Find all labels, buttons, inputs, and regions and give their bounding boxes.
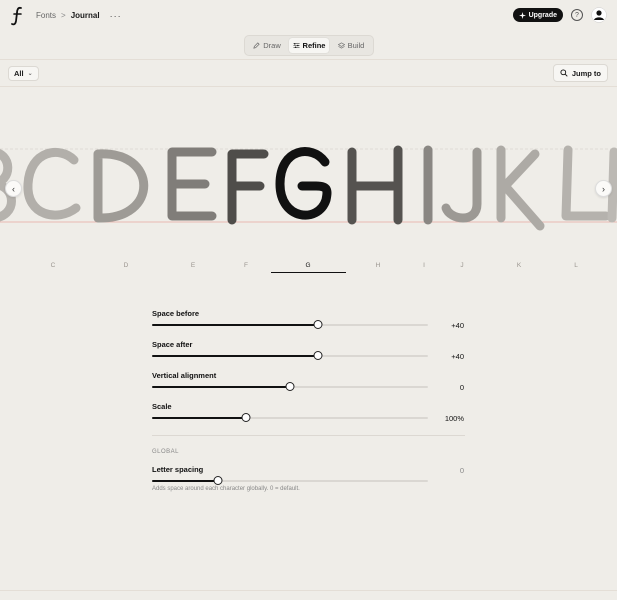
upgrade-button[interactable]: Upgrade	[512, 8, 563, 22]
glyph-index: C D E F G H I J K L	[0, 258, 617, 276]
tab-refine[interactable]: Refine	[289, 38, 329, 53]
chevron-left-icon: ‹	[12, 183, 15, 194]
glyph-index-item[interactable]: H	[376, 262, 381, 269]
slider-thumb[interactable]	[213, 476, 223, 485]
layers-icon	[337, 42, 345, 49]
slider-thumb[interactable]	[285, 382, 295, 391]
previous-glyph-button[interactable]: ‹	[5, 180, 22, 197]
global-section-title: GLOBAL	[152, 449, 180, 455]
glyph-index-item-selected[interactable]: G	[305, 262, 310, 269]
space-before-control: Space before +40	[152, 309, 465, 330]
slider-thumb[interactable]	[241, 413, 251, 422]
header-divider	[0, 59, 617, 60]
tab-draw[interactable]: Draw	[247, 38, 287, 53]
glyph-index-item[interactable]: F	[244, 262, 248, 269]
slider-fill	[152, 386, 290, 388]
vertical-alignment-control: Vertical alignment 0	[152, 371, 465, 392]
slider-fill	[152, 324, 318, 326]
user-avatar-icon[interactable]	[591, 7, 607, 23]
scale-value: 100%	[444, 414, 464, 423]
glyph-index-item[interactable]: D	[124, 262, 129, 269]
top-bar: Fonts > Journal ··· Upgrade ?	[0, 0, 617, 31]
search-icon	[560, 69, 568, 77]
sparkle-icon	[518, 11, 526, 19]
pencil-icon	[253, 42, 260, 49]
filter-selected-label: All	[14, 69, 24, 78]
space-before-label: Space before	[152, 309, 200, 318]
breadcrumb-fonts[interactable]: Fonts	[36, 11, 56, 20]
fontself-logo-icon[interactable]	[10, 5, 26, 27]
tab-build[interactable]: Build	[331, 38, 371, 53]
more-options-button[interactable]: ···	[110, 11, 122, 21]
toolbar-divider	[0, 86, 617, 87]
space-after-label: Space after	[152, 340, 193, 349]
glyph-e	[167, 147, 217, 221]
glyph-preview-strip[interactable]	[0, 140, 617, 235]
selected-glyph-indicator	[271, 272, 346, 273]
vertical-alignment-value: 0	[459, 383, 464, 392]
space-before-value: +40	[451, 321, 464, 330]
slider-thumb[interactable]	[313, 351, 323, 360]
mode-switch: Draw Refine Build	[244, 35, 374, 56]
space-after-value: +40	[451, 352, 464, 361]
section-divider	[152, 435, 465, 436]
next-glyph-button[interactable]: ›	[595, 180, 612, 197]
space-after-slider[interactable]	[152, 351, 428, 360]
slider-fill	[152, 355, 318, 357]
breadcrumb: Fonts > Journal	[36, 11, 100, 20]
letter-spacing-label: Letter spacing	[152, 465, 204, 474]
letter-spacing-value: 0	[459, 466, 464, 475]
chevron-right-icon: >	[61, 11, 66, 20]
scale-slider[interactable]	[152, 413, 428, 422]
breadcrumb-current: Journal	[70, 11, 100, 20]
vertical-alignment-slider[interactable]	[152, 382, 428, 391]
tab-refine-label: Refine	[302, 41, 326, 50]
tab-draw-label: Draw	[263, 41, 281, 50]
slider-fill	[152, 480, 219, 482]
glyph-g	[275, 147, 332, 220]
glyph-filter-select[interactable]: All ⌄	[8, 66, 39, 81]
glyph-d	[93, 149, 149, 223]
glyph-index-item[interactable]: K	[517, 262, 521, 269]
glyph-index-item[interactable]: C	[51, 262, 56, 269]
letter-spacing-hint: Adds space around each character globall…	[152, 486, 300, 492]
glyph-c	[23, 148, 81, 220]
glyph-j	[441, 147, 482, 223]
slider-fill	[152, 417, 246, 419]
glyph-m	[607, 147, 617, 223]
letter-spacing-slider[interactable]	[152, 476, 428, 485]
upgrade-label: Upgrade	[528, 11, 557, 19]
sliders-icon	[292, 42, 300, 49]
help-icon[interactable]: ?	[571, 9, 583, 21]
scale-label: Scale	[152, 402, 172, 411]
vertical-alignment-label: Vertical alignment	[152, 371, 217, 380]
jump-to-button[interactable]: Jump to	[552, 64, 608, 82]
glyph-h	[347, 145, 403, 225]
jump-to-label: Jump to	[571, 68, 601, 78]
space-before-slider[interactable]	[152, 320, 428, 329]
glyph-index-item[interactable]: E	[191, 262, 195, 269]
glyph-k	[496, 145, 545, 231]
slider-thumb[interactable]	[313, 320, 323, 329]
chevron-right-icon: ›	[602, 183, 605, 194]
chevron-down-icon: ⌄	[27, 71, 33, 77]
space-after-control: Space after +40	[152, 340, 465, 361]
scale-control: Scale 100%	[152, 402, 465, 423]
letter-spacing-control: Letter spacing 0	[152, 465, 465, 485]
footer-divider	[0, 590, 617, 591]
glyph-index-item[interactable]: L	[574, 262, 578, 269]
glyph-index-item[interactable]: I	[423, 262, 425, 269]
glyph-index-item[interactable]: J	[460, 262, 463, 269]
tab-build-label: Build	[347, 41, 365, 50]
glyph-f	[227, 149, 269, 225]
